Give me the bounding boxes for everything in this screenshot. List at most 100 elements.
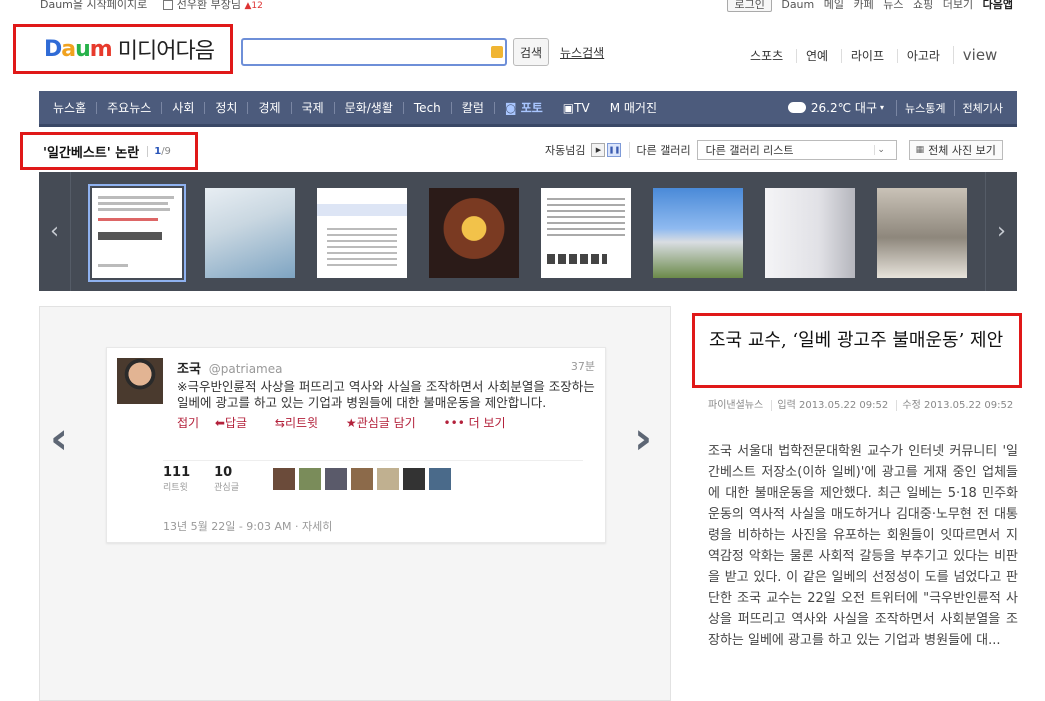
gallery-counter: 1/9: [147, 145, 171, 157]
tweet-more: ••• 더 보기: [443, 416, 506, 430]
article-input-date: 입력 2013.05.22 09:52: [771, 400, 894, 411]
weather-widget[interactable]: 26.2℃ 대구 ▾: [787, 99, 896, 116]
topbar-right: 로그인 Daum 메일 카페 뉴스 쇼핑 더보기 다음앱: [721, 0, 1013, 12]
trend-item[interactable]: 선우환 부장님: [177, 0, 241, 11]
article-body: 조국 서울대 법학전문대학원 교수가 인터넷 커뮤니티 '일간베스트 저장소(이…: [708, 444, 1018, 648]
thumbnail-4[interactable]: [429, 188, 519, 278]
tweet-author-name: 조국: [177, 362, 201, 377]
avatar: [117, 358, 163, 404]
topbar-link-shopping[interactable]: 쇼핑: [913, 0, 933, 11]
gallery-title-box: '일간베스트' 논란 1/9: [20, 132, 198, 170]
thumbnail-8[interactable]: [877, 188, 967, 278]
nav-column[interactable]: 칼럼: [450, 101, 494, 114]
thumbnail-3[interactable]: [317, 188, 407, 278]
tweet-stats: 111 리트윗 10 관심글: [163, 460, 583, 493]
topbar-link-daum[interactable]: Daum: [781, 0, 814, 11]
tweet-handle: @patriamea: [208, 362, 283, 376]
topbar-link-mail[interactable]: 메일: [824, 0, 844, 11]
nav-photo[interactable]: ◙ 포토: [493, 100, 553, 115]
all-photos-button[interactable]: ▦ 전체 사진 보기: [908, 140, 1003, 160]
camera-icon: ◙: [504, 100, 521, 115]
login-button[interactable]: 로그인: [727, 0, 772, 12]
magazine-icon: M: [609, 100, 624, 115]
section-sports[interactable]: 스포츠: [750, 49, 792, 63]
thumbnail-2[interactable]: [205, 188, 295, 278]
nav-tv[interactable]: ▣TV: [553, 102, 600, 114]
section-agora[interactable]: 아고라: [896, 49, 949, 63]
tweet-screenshot: 조국 @patriamea 37분 ※극우반인륜적 사상을 퍼뜨리고 역사와 사…: [106, 347, 606, 543]
next-thumbnails-arrow-icon[interactable]: ›: [985, 172, 1017, 291]
article-source[interactable]: 파이낸셜뉴스: [708, 400, 768, 411]
pause-icon[interactable]: ❚❚: [607, 143, 622, 157]
section-entertainment[interactable]: 연예: [795, 49, 838, 63]
other-gallery-label: 다른 갤러리: [629, 142, 691, 158]
nav-international[interactable]: 국제: [290, 101, 334, 114]
nav-news-stats[interactable]: 뉴스통계: [896, 99, 953, 116]
tweet-actions: 접기 ⬅답글 ⇆리트윗 ★관심글 담기 ••• 더 보기: [177, 414, 605, 431]
article-headline[interactable]: 조국 교수, ‘일베 광고주 불매운동’ 제안: [692, 313, 1022, 388]
tweet-date: 13년 5월 22일 - 9:03 AM · 자세히: [163, 520, 333, 533]
cloud-icon: [787, 102, 806, 113]
search-button[interactable]: 검색: [513, 38, 549, 66]
search-dropdown-icon[interactable]: [491, 46, 503, 58]
logo[interactable]: Daum 미디어다음: [13, 24, 233, 74]
tweet-time: 37분: [570, 360, 595, 373]
article-meta: 파이낸셜뉴스 입력 2013.05.22 09:52 수정 2013.05.22…: [692, 396, 1020, 411]
main-nav: 뉴스홈 주요뉴스 사회 정치 경제 국제 문화/생활 Tech 칼럼 ◙ 포토 …: [39, 91, 1017, 127]
media-daum-title: 미디어다음: [117, 39, 215, 64]
weather-temp: 26.2℃: [810, 100, 852, 115]
tweet-body: ※극우반인륜적 사상을 퍼뜨리고 역사와 사실을 조작하면서 사회분열을 조장하…: [177, 379, 595, 410]
gallery-controls: 자동넘김 ▶ ❚❚ 다른 갤러리 다른 갤러리 리스트 ⌄ ▦ 전체 사진 보기: [545, 140, 1003, 160]
nav-economy[interactable]: 경제: [247, 101, 290, 114]
daum-app-link[interactable]: 다음앱: [983, 0, 1013, 11]
nav-tech[interactable]: Tech: [402, 101, 451, 114]
autoplay-label: 자동넘김: [545, 144, 586, 157]
tv-icon: ▣: [562, 100, 575, 115]
grid-icon: ▦: [915, 145, 925, 155]
nav-politics[interactable]: 정치: [204, 101, 247, 114]
thumbnail-6[interactable]: [653, 188, 743, 278]
tweet-reply: ⬅답글: [214, 416, 248, 430]
article-edit-date: 수정 2013.05.22 09:52: [896, 400, 1019, 411]
start-page-link[interactable]: Daum을 시작페이지로: [40, 0, 147, 11]
thumbnail-5[interactable]: [541, 188, 631, 278]
tweet-retweet: ⇆리트윗: [274, 416, 319, 430]
weather-city[interactable]: 대구: [855, 99, 877, 116]
gallery-title: '일간베스트' 논란: [43, 145, 140, 161]
chevron-down-icon: ⌄: [873, 145, 888, 155]
topbar-link-news[interactable]: 뉴스: [883, 0, 903, 11]
thumbnail-1[interactable]: [88, 184, 186, 282]
top-utility-bar: Daum을 시작페이지로 선우환 부장님 ▲12 로그인 Daum 메일 카페 …: [0, 0, 1045, 14]
topbar-link-more[interactable]: 더보기: [943, 0, 973, 11]
nav-society[interactable]: 사회: [161, 101, 204, 114]
section-life[interactable]: 라이프: [840, 49, 893, 63]
tweet-fold: 접기: [177, 416, 200, 430]
article-panel: 조국 교수, ‘일베 광고주 불매운동’ 제안 파이낸셜뉴스 입력 2013.0…: [692, 313, 1022, 651]
thumbnail-strip: ‹ ›: [39, 172, 1017, 291]
nav-news-home[interactable]: 뉴스홈: [39, 102, 96, 114]
thumbnail-7[interactable]: [765, 188, 855, 278]
gallery-select[interactable]: 다른 갤러리 리스트 ⌄: [696, 140, 897, 160]
daum-logo-icon: Daum: [44, 36, 113, 62]
play-icon[interactable]: ▶: [591, 143, 606, 157]
nav-all-articles[interactable]: 전체기사: [953, 99, 1017, 116]
nav-magazine[interactable]: M 매거진: [600, 102, 667, 114]
search-input[interactable]: [241, 38, 507, 66]
main-photo-viewer: ‹ 조국 @patriamea 37분 ※극우반인륜적 사상을 퍼뜨리고 역사와…: [39, 306, 671, 701]
chevron-down-icon[interactable]: ▾: [880, 103, 884, 112]
nav-culture[interactable]: 문화/생활: [333, 101, 403, 114]
checkbox-icon[interactable]: [162, 0, 173, 10]
section-links: 스포츠 연예 라이프 아고라 view: [750, 46, 1007, 64]
nav-top-news[interactable]: 주요뉴스: [96, 101, 161, 114]
retweeter-avatars: [272, 468, 451, 490]
header: Daum 미디어다음 검색 뉴스검색 스포츠 연예 라이프 아고라 view: [0, 20, 1045, 88]
news-search-link[interactable]: 뉴스검색: [560, 44, 604, 61]
prev-thumbnails-arrow-icon[interactable]: ‹: [39, 172, 71, 291]
topbar-left: Daum을 시작페이지로 선우환 부장님 ▲12: [40, 0, 263, 12]
section-view[interactable]: view: [952, 46, 1007, 64]
tweet-favorite: ★관심글 담기: [345, 416, 416, 430]
topbar-link-cafe[interactable]: 카페: [854, 0, 874, 11]
trend-rank-badge: ▲12: [244, 1, 263, 11]
prev-photo-arrow-icon[interactable]: ‹: [50, 413, 68, 464]
next-photo-arrow-icon[interactable]: ›: [634, 413, 652, 464]
